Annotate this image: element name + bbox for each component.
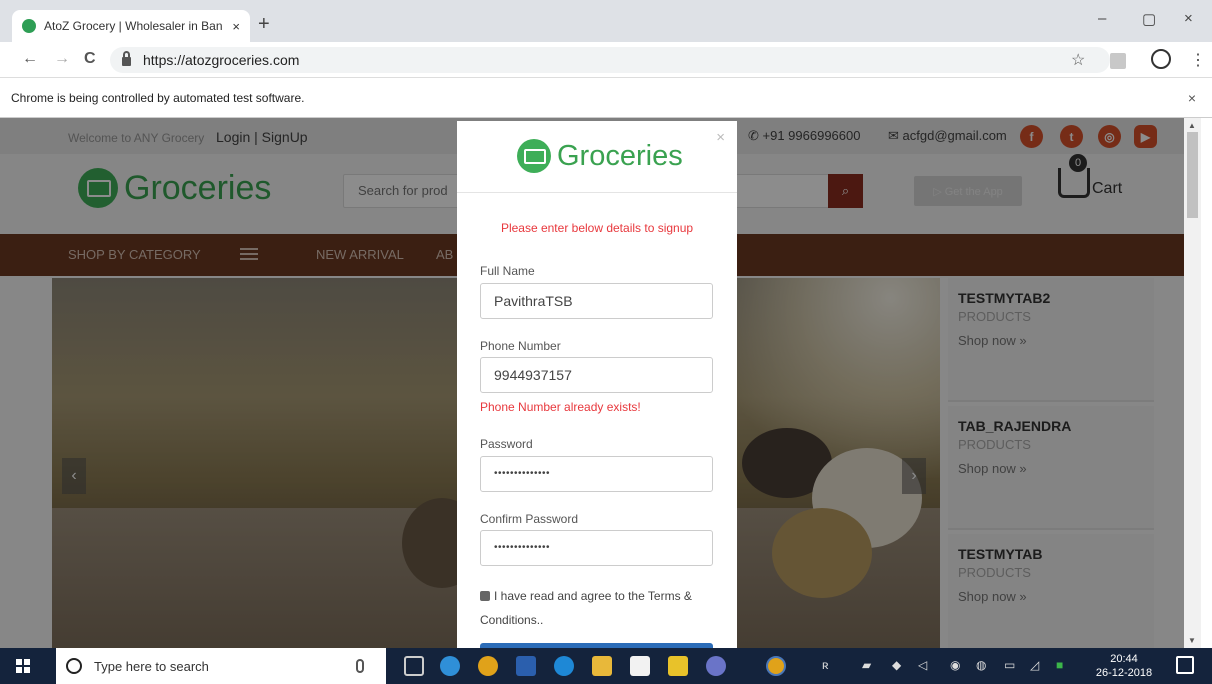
bookmark-star-icon[interactable]: ☆ bbox=[1071, 50, 1085, 70]
terms-text-line1: I have read and agree to the Terms & bbox=[494, 589, 692, 603]
chrome-active-icon[interactable] bbox=[766, 656, 786, 676]
back-button[interactable]: ← bbox=[22, 50, 38, 68]
cart-logo-icon bbox=[517, 139, 551, 173]
address-bar[interactable]: https://atozgroceries.com bbox=[110, 47, 1110, 73]
address-url[interactable]: https://atozgroceries.com bbox=[143, 52, 299, 68]
scrollbar-thumb[interactable] bbox=[1187, 132, 1198, 218]
file-explorer-icon[interactable] bbox=[592, 656, 612, 676]
battery-icon[interactable]: ▭ bbox=[1004, 658, 1015, 672]
site-favicon-icon bbox=[22, 19, 36, 33]
terms-checkbox[interactable] bbox=[480, 591, 490, 601]
modal-logo: Groceries bbox=[517, 139, 683, 173]
word-icon[interactable] bbox=[516, 656, 536, 676]
tray-app-icon[interactable]: ▰ bbox=[862, 658, 871, 672]
phone-field[interactable]: 9944937157 bbox=[480, 357, 713, 393]
volume-icon[interactable]: ◁ bbox=[918, 658, 927, 672]
action-center-icon[interactable] bbox=[1176, 656, 1194, 674]
scroll-down-arrow-icon[interactable]: ▼ bbox=[1188, 636, 1196, 645]
windows-taskbar: Type here to search ʀ ▰ ◆ ◁ ◉ ◍ ▭ ◿ ■ 20… bbox=[0, 648, 1212, 684]
full-name-field[interactable]: PavithraTSB bbox=[480, 283, 713, 319]
taskbar-search-placeholder: Type here to search bbox=[94, 658, 209, 674]
tab-title: AtoZ Grocery | Wholesaler in Ban bbox=[44, 19, 223, 33]
app-globe-icon[interactable] bbox=[440, 656, 460, 676]
signup-modal: Groceries × Please enter below details t… bbox=[457, 121, 737, 648]
password-field[interactable]: •••••••••••••• bbox=[480, 456, 713, 492]
taskbar-clock[interactable]: 20:44 26-12-2018 bbox=[1094, 652, 1154, 680]
new-tab-button[interactable]: + bbox=[258, 14, 270, 34]
terms-checkbox-row[interactable]: I have read and agree to the Terms & Con… bbox=[480, 584, 715, 632]
modal-logo-text: Groceries bbox=[557, 139, 683, 172]
network-tray-icon[interactable]: ◆ bbox=[892, 658, 901, 672]
wifi-icon[interactable]: ◿ bbox=[1030, 658, 1039, 672]
tray-app2-icon[interactable]: ◉ bbox=[950, 658, 960, 672]
scroll-up-arrow-icon[interactable]: ▲ bbox=[1188, 121, 1196, 130]
infobar-text: Chrome is being controlled by automated … bbox=[11, 90, 305, 105]
modal-header: Groceries × bbox=[457, 121, 737, 193]
browser-tab[interactable]: AtoZ Grocery | Wholesaler in Ban × bbox=[12, 10, 250, 42]
tray-app3-icon[interactable]: ◍ bbox=[976, 658, 986, 672]
lock-icon bbox=[122, 51, 131, 66]
edge-icon[interactable] bbox=[554, 656, 574, 676]
phone-error: Phone Number already exists! bbox=[480, 400, 641, 414]
browser-toolbar: ← → C https://atozgroceries.com ☆ ⋮ bbox=[0, 42, 1212, 78]
store-icon[interactable] bbox=[630, 656, 650, 676]
page-scrollbar[interactable]: ▲ ▼ bbox=[1184, 118, 1201, 648]
tray-green-app-icon[interactable]: ■ bbox=[1056, 658, 1063, 672]
clock-date: 26-12-2018 bbox=[1095, 667, 1153, 679]
chrome-icon[interactable] bbox=[478, 656, 498, 676]
modal-close-icon[interactable]: × bbox=[716, 129, 725, 146]
app-icon[interactable] bbox=[706, 656, 726, 676]
signup-notice: Please enter below details to signup bbox=[500, 221, 694, 235]
forward-button[interactable]: → bbox=[54, 50, 70, 68]
people-icon[interactable]: ʀ bbox=[822, 658, 829, 672]
sticky-notes-icon[interactable] bbox=[668, 656, 688, 676]
clock-time: 20:44 bbox=[1110, 653, 1138, 665]
profile-icon[interactable] bbox=[1151, 49, 1171, 69]
automation-infobar: Chrome is being controlled by automated … bbox=[0, 78, 1212, 118]
window-close-button[interactable]: × bbox=[1184, 10, 1193, 27]
extension-icon[interactable] bbox=[1110, 53, 1126, 69]
restore-button[interactable]: ▢ bbox=[1142, 10, 1156, 28]
reload-button[interactable]: C bbox=[84, 50, 96, 68]
confirm-password-field[interactable]: •••••••••••••• bbox=[480, 530, 713, 566]
phone-label: Phone Number bbox=[480, 339, 561, 353]
browser-titlebar: AtoZ Grocery | Wholesaler in Ban × + – ▢… bbox=[0, 0, 1212, 42]
chrome-menu-icon[interactable]: ⋮ bbox=[1190, 50, 1206, 70]
cortana-icon bbox=[66, 658, 82, 674]
microphone-icon[interactable] bbox=[356, 659, 364, 673]
password-label: Password bbox=[480, 437, 533, 451]
terms-text-line2[interactable]: Conditions.. bbox=[480, 613, 543, 627]
minimize-button[interactable]: – bbox=[1098, 10, 1106, 27]
confirm-password-label: Confirm Password bbox=[480, 512, 579, 526]
taskbar-search-box[interactable]: Type here to search bbox=[56, 648, 386, 684]
task-view-icon[interactable] bbox=[404, 656, 424, 676]
full-name-label: Full Name bbox=[480, 264, 535, 278]
infobar-close-icon[interactable]: × bbox=[1188, 90, 1196, 106]
windows-start-icon[interactable] bbox=[16, 659, 30, 673]
tab-close-icon[interactable]: × bbox=[232, 19, 240, 34]
